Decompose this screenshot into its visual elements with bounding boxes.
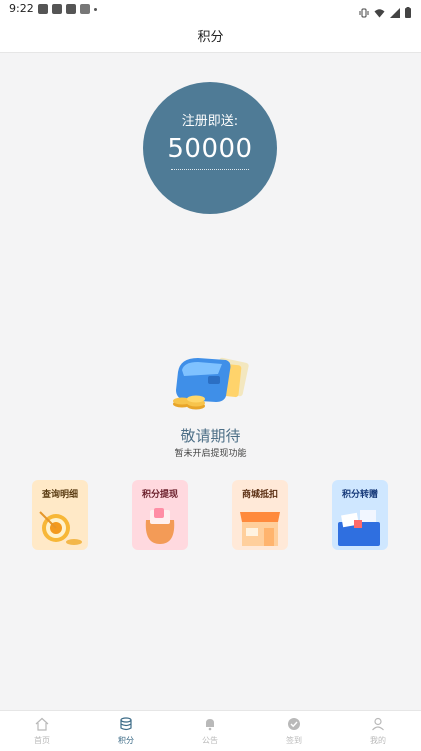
points-underline (171, 169, 249, 170)
card-query-details[interactable]: 查询明细 (32, 480, 88, 550)
card-mall-deduction[interactable]: 商城抵扣 (232, 480, 288, 550)
coming-soon-title: 敬请期待 (180, 427, 241, 445)
nav-label: 我的 (370, 736, 386, 745)
status-bar: 9:22 (0, 0, 421, 18)
card-points-withdraw[interactable]: 积分提现 (132, 480, 188, 550)
notification-icons (38, 4, 97, 14)
user-icon (372, 717, 384, 731)
notification-icon (52, 4, 62, 14)
home-icon (35, 717, 49, 731)
nav-label: 签到 (286, 736, 302, 745)
card-points-transfer[interactable]: 积分转赠 (332, 480, 388, 550)
bell-icon (206, 719, 214, 731)
card-label: 积分转赠 (341, 490, 378, 500)
notification-icon (38, 4, 48, 14)
wallet-illustration (168, 352, 258, 412)
nav-label: 首页 (34, 736, 50, 745)
page-title: 积分 (197, 30, 224, 45)
card-label: 积分提现 (141, 490, 178, 500)
more-notifications-icon (94, 8, 97, 11)
points-value: 50000 (167, 134, 253, 164)
notification-icon (80, 4, 90, 14)
app-header: 积分 (0, 18, 421, 53)
check-circle-icon (288, 718, 300, 730)
nav-points[interactable]: 积分 (84, 711, 168, 751)
nav-home[interactable]: 首页 (0, 711, 84, 751)
nav-profile[interactable]: 我的 (336, 711, 420, 751)
points-badge: 注册即送: 50000 (143, 82, 277, 214)
nav-announcement[interactable]: 公告 (168, 711, 252, 751)
nav-checkin[interactable]: 签到 (252, 711, 336, 751)
points-label: 注册即送: (181, 114, 239, 129)
coming-soon-subtitle: 暂未开启提现功能 (174, 449, 247, 459)
nav-label: 积分 (118, 736, 134, 745)
status-time: 9:22 (9, 2, 34, 15)
bottom-navigation: 首页 积分 公告 签到 我的 (0, 710, 421, 751)
card-label: 查询明细 (41, 490, 78, 500)
nav-label: 公告 (202, 736, 218, 745)
database-icon (120, 717, 132, 731)
notification-icon (66, 4, 76, 14)
card-label: 商城抵扣 (241, 490, 278, 500)
